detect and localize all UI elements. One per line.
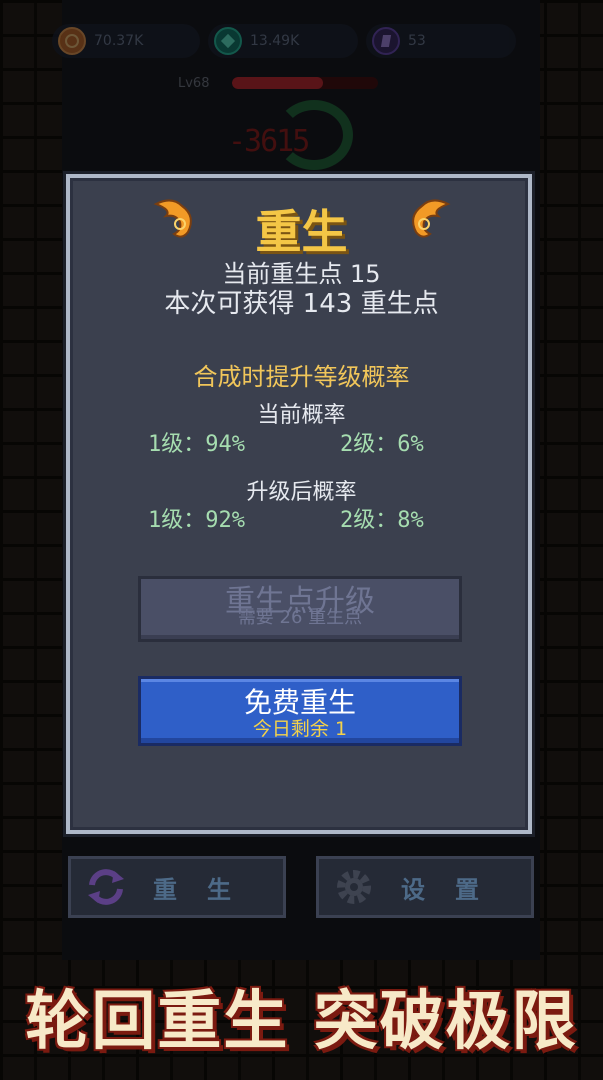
current-prob-label: 当前概率: [257, 403, 346, 428]
current-prob-lv1: 1级：94%: [148, 432, 245, 457]
settings-label: 设置: [401, 875, 509, 904]
refresh-icon: [83, 867, 129, 907]
free-rebirth-remaining: 今日剩余 1: [252, 718, 348, 740]
current-prob-lv2: 2级：6%: [340, 432, 424, 457]
rebirth-points-upgrade-button[interactable]: 重生点升级 需要 26 重生点: [138, 576, 462, 642]
section-title: 合成时提升等级概率: [193, 363, 410, 391]
dialog-title: 重生: [255, 205, 348, 259]
after-prob-lv2: 2级：8%: [340, 508, 424, 533]
upgrade-button-cost: 需要 26 重生点: [237, 607, 363, 628]
after-prob-lv1: 1级：92%: [148, 508, 245, 533]
free-rebirth-label: 免费重生: [243, 686, 356, 719]
rebirth-tab-label: 重生: [153, 875, 261, 904]
rebirth-tab-button[interactable]: 重生: [68, 856, 286, 918]
promo-slogan: 轮回重生 突破极限: [25, 985, 578, 1059]
after-prob-label: 升级后概率: [246, 480, 357, 505]
settings-button[interactable]: 设置: [316, 856, 534, 918]
gear-icon: [331, 867, 377, 907]
gain-points-text: 本次可获得 143 重生点: [164, 289, 439, 319]
free-rebirth-button[interactable]: 免费重生 今日剩余 1: [138, 676, 462, 746]
